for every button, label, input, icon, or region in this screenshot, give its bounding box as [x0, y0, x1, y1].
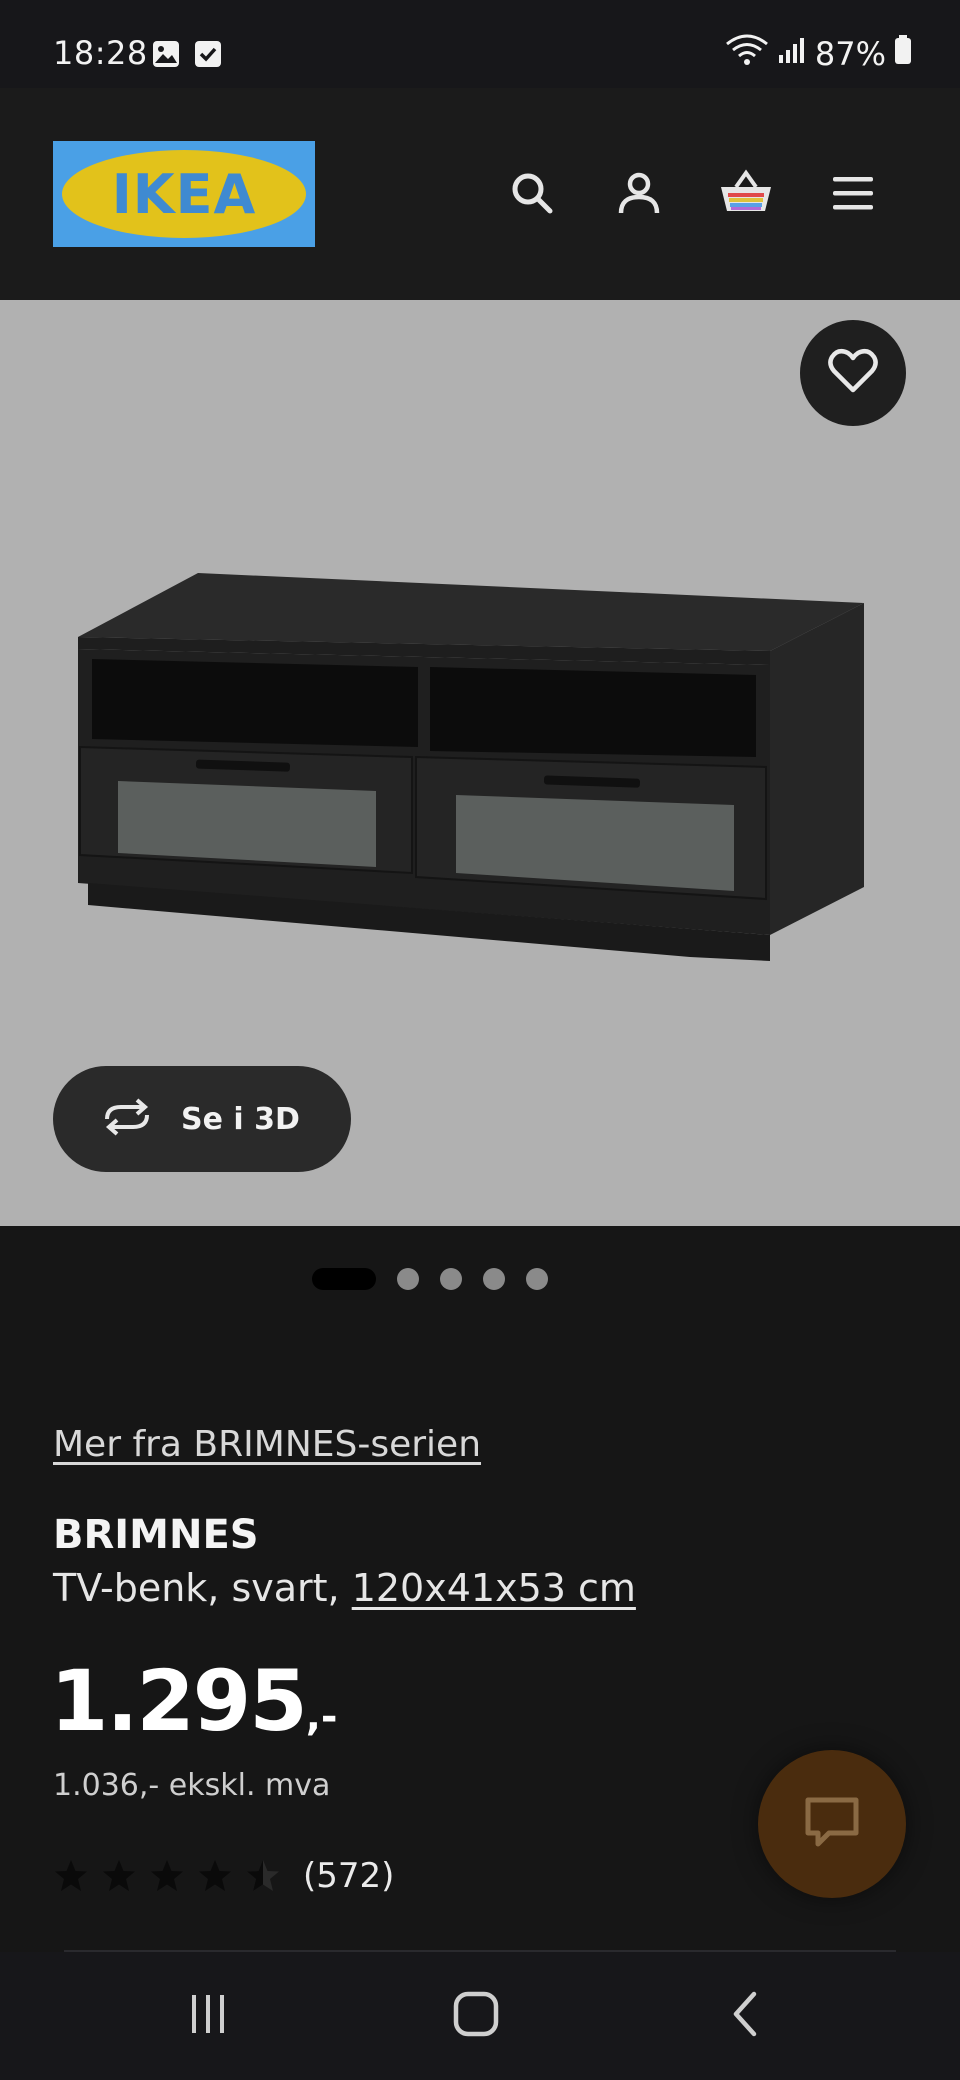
check-icon	[194, 40, 222, 68]
wifi-icon	[725, 34, 769, 74]
price-amount: 1.295	[50, 1652, 308, 1750]
chat-button[interactable]	[758, 1750, 906, 1898]
search-button[interactable]	[500, 163, 564, 227]
view-3d-label: Se i 3D	[181, 1101, 300, 1137]
battery-level: 87%	[814, 35, 886, 73]
logo-oval: IKEA	[62, 150, 306, 238]
recent-apps-button[interactable]	[178, 1986, 238, 2046]
back-button[interactable]	[716, 1986, 776, 2046]
heart-icon	[828, 348, 878, 398]
carousel-dot[interactable]	[526, 1268, 548, 1290]
status-time: 18:28	[53, 34, 148, 72]
chat-icon	[803, 1795, 861, 1853]
rating-stars	[53, 1858, 281, 1894]
carousel-dot[interactable]	[312, 1268, 376, 1290]
price-suffix: ,-	[305, 1694, 338, 1740]
product-type: TV-benk, svart,	[53, 1566, 352, 1610]
rotate-3d-icon	[99, 1097, 155, 1141]
price-ex-vat: 1.036,- ekskl. mva	[53, 1768, 331, 1803]
system-nav-bar	[0, 1952, 960, 2080]
signal-icon	[777, 35, 807, 73]
star-icon	[55, 1860, 87, 1891]
carousel-dot[interactable]	[440, 1268, 462, 1290]
product-image	[70, 525, 870, 989]
carousel-dot[interactable]	[483, 1268, 505, 1290]
account-button[interactable]	[607, 163, 671, 227]
basket-button[interactable]	[714, 163, 778, 227]
product-name: BRIMNES	[53, 1512, 259, 1558]
carousel-indicator	[0, 1268, 960, 1290]
favorite-button[interactable]	[800, 320, 906, 426]
series-link[interactable]: Mer fra BRIMNES-serien	[53, 1424, 481, 1465]
site-header: IKEA	[0, 88, 960, 300]
back-icon	[728, 1990, 764, 2042]
star-icon	[199, 1860, 231, 1891]
status-bar: 18:28 87%	[0, 0, 960, 88]
menu-icon	[829, 173, 877, 217]
home-button[interactable]	[446, 1986, 506, 2046]
product-description: TV-benk, svart, 120x41x53 cm	[53, 1566, 636, 1610]
product-dimensions-link[interactable]: 120x41x53 cm	[352, 1566, 636, 1610]
home-icon	[452, 1990, 500, 2042]
carousel-dot[interactable]	[397, 1268, 419, 1290]
view-3d-button[interactable]: Se i 3D	[53, 1066, 351, 1172]
basket-icon	[718, 169, 774, 221]
star-icon	[151, 1860, 183, 1891]
recent-apps-icon	[186, 1992, 230, 2040]
search-icon	[508, 169, 556, 221]
half-star-icon	[247, 1860, 279, 1891]
menu-button[interactable]	[821, 163, 885, 227]
battery-icon	[894, 35, 912, 73]
status-right: 87%	[725, 34, 912, 74]
product-rating[interactable]: (572)	[53, 1856, 394, 1896]
logo-text: IKEA	[111, 162, 257, 226]
product-price: 1.295,-	[50, 1652, 338, 1750]
rating-count: (572)	[303, 1856, 395, 1896]
star-icon	[103, 1860, 135, 1891]
product-image-carousel[interactable]: Se i 3D	[0, 300, 960, 1226]
ikea-logo[interactable]: IKEA	[53, 141, 315, 247]
gallery-icon	[152, 40, 180, 68]
account-icon	[615, 169, 663, 221]
